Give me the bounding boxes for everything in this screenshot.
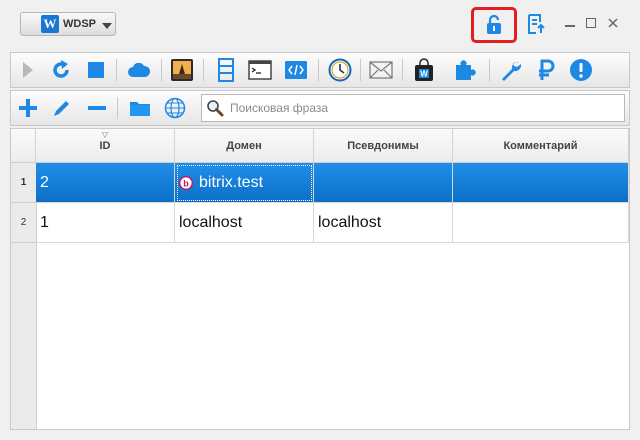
- column-header-comment[interactable]: Комментарий: [453, 129, 629, 163]
- toolbar-separator: [203, 59, 204, 81]
- corner-header: [11, 129, 36, 163]
- start-button[interactable]: [15, 57, 41, 83]
- mail-icon: [369, 61, 393, 79]
- play-icon: [23, 62, 33, 78]
- table-cell-comment[interactable]: [453, 163, 629, 203]
- console-app-icon: [171, 59, 193, 81]
- refresh-icon: [53, 60, 69, 78]
- info-button[interactable]: [568, 57, 594, 83]
- minimize-button[interactable]: [563, 16, 577, 30]
- toolbar-separator: [489, 59, 490, 81]
- toolbar-separator: [318, 59, 319, 81]
- table-cell-aliases[interactable]: [314, 163, 453, 203]
- column-header-domain[interactable]: Домен: [175, 129, 314, 163]
- wrench-icon: [502, 61, 522, 81]
- bitrix-icon: b: [179, 175, 193, 190]
- cloud-button[interactable]: [126, 57, 152, 83]
- maximize-button[interactable]: [584, 16, 598, 30]
- column-header-aliases[interactable]: Псевдонимы: [314, 129, 453, 163]
- domain-toolbar: [10, 90, 630, 126]
- minimize-icon: [565, 25, 575, 27]
- mail-button[interactable]: [368, 57, 394, 83]
- store-button[interactable]: W: [411, 57, 437, 83]
- donate-button[interactable]: [533, 57, 559, 83]
- table-cell-comment[interactable]: [453, 203, 629, 243]
- extensions-button[interactable]: [452, 57, 478, 83]
- folder-icon: [130, 102, 150, 116]
- plus-icon: [19, 99, 37, 117]
- row-number[interactable]: 1: [11, 163, 36, 203]
- sort-indicator-icon: ▽: [101, 130, 109, 139]
- main-toolbar: W: [10, 52, 630, 88]
- minus-icon: [88, 106, 106, 110]
- table-cell-id[interactable]: 1: [36, 203, 175, 243]
- app-name: WDSP: [63, 18, 96, 30]
- domains-table: ▽ ID Домен Псевдонимы Комментарий 1 2 b …: [10, 128, 630, 430]
- restart-button[interactable]: [48, 57, 74, 83]
- code-editor-button[interactable]: [283, 57, 309, 83]
- add-domain-button[interactable]: [15, 95, 41, 121]
- domain-text: bitrix.test: [199, 173, 264, 191]
- svg-text:b: b: [183, 178, 189, 188]
- puzzle-icon: [456, 60, 476, 80]
- scheduler-button[interactable]: [327, 57, 353, 83]
- open-folder-button[interactable]: [127, 95, 153, 121]
- column-header-label: Комментарий: [503, 139, 578, 152]
- globe-icon: [164, 97, 186, 119]
- maximize-icon: [586, 18, 596, 28]
- delete-domain-button[interactable]: [84, 95, 110, 121]
- terminal-app-button[interactable]: [169, 57, 195, 83]
- search-icon: [207, 100, 224, 117]
- pencil-icon: [54, 101, 69, 116]
- open-browser-button[interactable]: [162, 95, 188, 121]
- database-button[interactable]: [213, 57, 239, 83]
- toolbar-separator: [117, 97, 118, 119]
- console-button[interactable]: [247, 57, 273, 83]
- search-box[interactable]: [201, 94, 625, 122]
- column-header-label: Псевдонимы: [347, 139, 419, 152]
- toolbar-separator: [116, 59, 117, 81]
- unlock-button[interactable]: [471, 7, 517, 43]
- search-input[interactable]: [228, 100, 612, 116]
- unlock-icon: [487, 14, 501, 34]
- close-icon: [608, 18, 618, 28]
- table-cell-domain[interactable]: b bitrix.test: [175, 163, 314, 203]
- table-cell-domain[interactable]: localhost: [175, 203, 314, 243]
- svg-text:W: W: [420, 70, 428, 79]
- ruble-icon: [539, 59, 555, 80]
- toolbar-separator: [402, 59, 403, 81]
- column-header-label: ID: [99, 139, 111, 152]
- title-bar: W WDSP: [0, 0, 640, 48]
- column-header-id[interactable]: ▽ ID: [36, 129, 175, 163]
- cloud-icon: [128, 62, 151, 77]
- close-button[interactable]: [606, 16, 620, 30]
- database-icon: [218, 58, 234, 82]
- settings-button[interactable]: [498, 57, 524, 83]
- chevron-down-icon: [102, 23, 112, 29]
- terminal-icon: [248, 60, 272, 80]
- edit-domain-button[interactable]: [49, 95, 75, 121]
- app-logo-icon: W: [41, 15, 59, 33]
- shopping-bag-icon: W: [415, 58, 433, 81]
- app-menu-button[interactable]: W WDSP: [20, 12, 116, 36]
- exclamation-icon: [570, 59, 592, 81]
- stop-icon: [88, 62, 104, 78]
- notes-icon[interactable]: [527, 14, 545, 34]
- toolbar-separator: [360, 59, 361, 81]
- table-cell-id[interactable]: 2: [36, 163, 175, 203]
- toolbar-separator: [161, 59, 162, 81]
- column-header-label: Домен: [226, 139, 262, 152]
- clock-icon: [328, 58, 352, 82]
- stop-button[interactable]: [83, 57, 109, 83]
- table-cell-aliases[interactable]: localhost: [314, 203, 453, 243]
- code-icon: [285, 61, 307, 79]
- row-number[interactable]: 2: [11, 203, 36, 243]
